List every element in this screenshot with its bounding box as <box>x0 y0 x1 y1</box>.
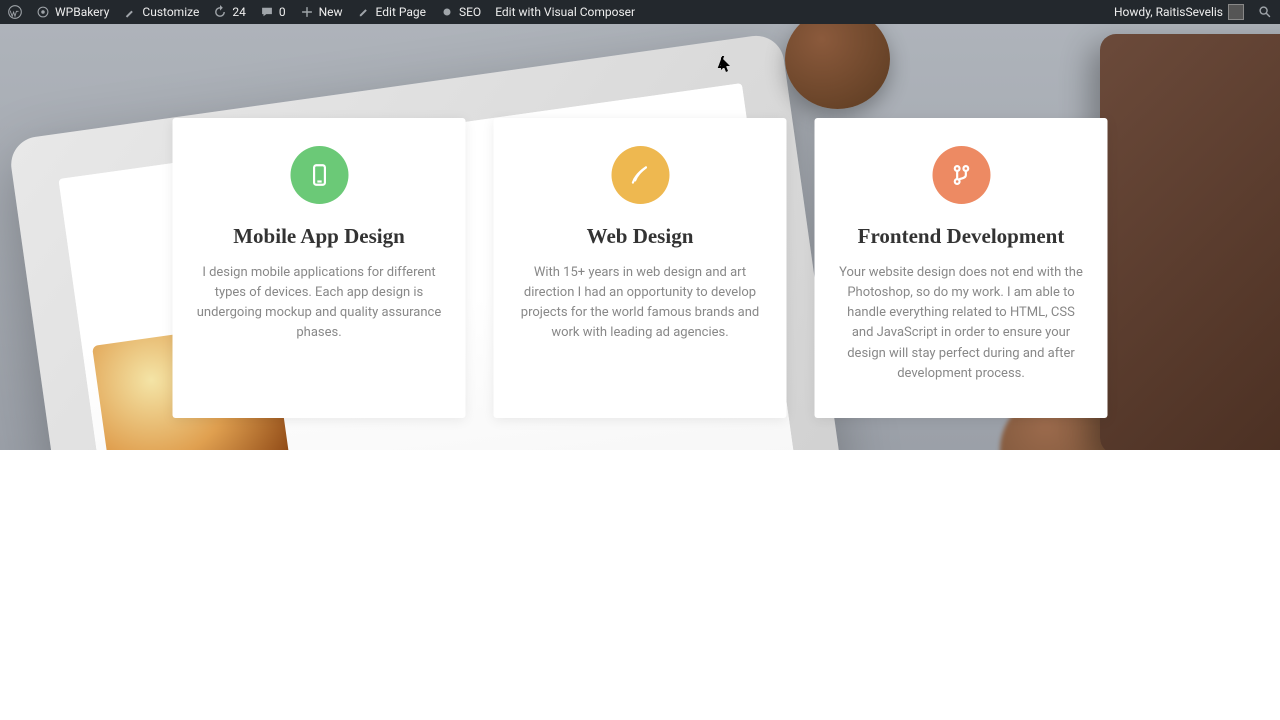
brush-icon <box>123 5 137 19</box>
card-title: Frontend Development <box>839 224 1084 249</box>
edit-page-label: Edit Page <box>376 5 426 19</box>
hero-section: Mobile App Design I design mobile applic… <box>0 24 1280 450</box>
brush-stroke-icon <box>627 162 653 188</box>
new-content-link[interactable]: New <box>300 5 343 19</box>
home-icon <box>36 5 50 19</box>
refresh-icon <box>213 5 227 19</box>
wordpress-icon <box>8 5 22 19</box>
customize-label: Customize <box>142 5 199 19</box>
comment-icon <box>260 5 274 19</box>
card-title: Web Design <box>518 224 763 249</box>
card-title: Mobile App Design <box>197 224 442 249</box>
service-card-web: Web Design With 15+ years in web design … <box>494 118 787 418</box>
customize-link[interactable]: Customize <box>123 5 199 19</box>
edit-vc-label: Edit with Visual Composer <box>495 5 635 19</box>
phone-icon <box>306 162 332 188</box>
mobile-icon-circle <box>290 146 348 204</box>
comments-count: 0 <box>279 5 286 19</box>
card-body: Your website design does not end with th… <box>839 263 1084 384</box>
new-label: New <box>319 5 343 19</box>
comments-link[interactable]: 0 <box>260 5 286 19</box>
plus-icon <box>300 5 314 19</box>
frontend-icon-circle <box>932 146 990 204</box>
wp-admin-bar: WPBakery Customize 24 0 New Edit Page SE… <box>0 0 1280 24</box>
admin-bar-left: WPBakery Customize 24 0 New Edit Page SE… <box>8 5 635 19</box>
seo-dot-icon <box>440 5 454 19</box>
search-toggle[interactable] <box>1258 5 1272 19</box>
card-body: With 15+ years in web design and art dir… <box>518 263 763 344</box>
pencil-icon <box>357 5 371 19</box>
updates-link[interactable]: 24 <box>213 5 246 19</box>
git-icon <box>948 162 974 188</box>
wp-logo[interactable] <box>8 5 22 19</box>
greeting-label: Howdy, RaitisSevelis <box>1114 5 1223 19</box>
edit-page-link[interactable]: Edit Page <box>357 5 426 19</box>
edit-vc-link[interactable]: Edit with Visual Composer <box>495 5 635 19</box>
admin-bar-right: Howdy, RaitisSevelis <box>1114 4 1272 20</box>
service-cards-row: Mobile App Design I design mobile applic… <box>173 118 1108 418</box>
updates-count: 24 <box>232 5 246 19</box>
site-name-link[interactable]: WPBakery <box>36 5 109 19</box>
search-icon <box>1258 5 1272 19</box>
service-card-mobile: Mobile App Design I design mobile applic… <box>173 118 466 418</box>
seo-link[interactable]: SEO <box>440 5 481 19</box>
site-name-label: WPBakery <box>55 5 109 19</box>
user-greeting[interactable]: Howdy, RaitisSevelis <box>1114 4 1244 20</box>
card-body: I design mobile applications for differe… <box>197 263 442 344</box>
wallet-prop <box>1100 34 1280 450</box>
service-card-frontend: Frontend Development Your website design… <box>815 118 1108 418</box>
avatar <box>1228 4 1244 20</box>
web-icon-circle <box>611 146 669 204</box>
seo-label: SEO <box>459 5 481 19</box>
